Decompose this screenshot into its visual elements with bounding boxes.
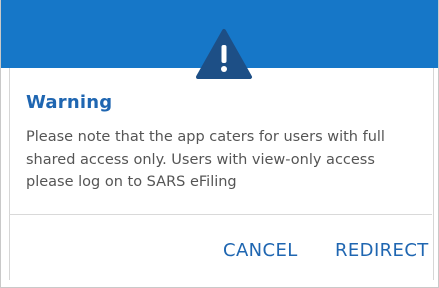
redirect-button[interactable]: REDIRECT	[335, 240, 429, 261]
cancel-button[interactable]: CANCEL	[223, 240, 298, 261]
dialog-divider	[9, 214, 432, 215]
dialog-message: Please note that the app caters for user…	[26, 129, 385, 190]
warning-icon	[196, 29, 252, 79]
dialog-title: Warning	[26, 92, 113, 113]
app-screen: Warning Please note that the app caters …	[0, 0, 439, 288]
